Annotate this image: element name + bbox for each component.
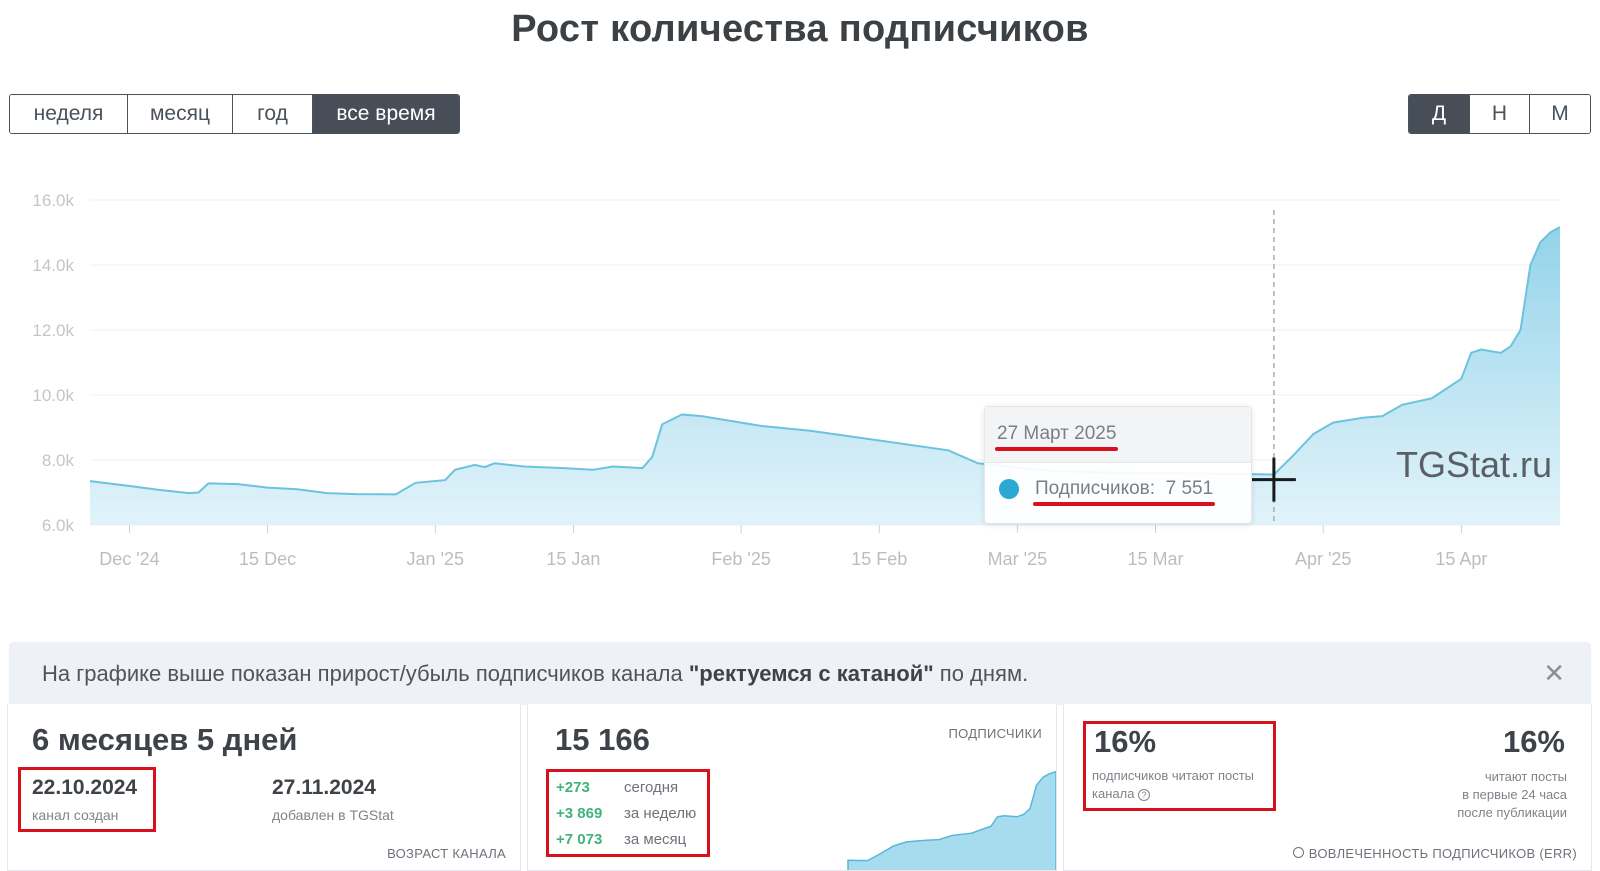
info-text-suffix: по дням. [933,661,1029,686]
y-axis: 6.0k 8.0k 10.0k 12.0k 14.0k 16.0k [32,191,74,535]
delta-today: +273 сегодня [556,779,679,796]
x-tick-label: 15 Dec [239,549,296,569]
err-left-value: 16% [1094,724,1157,759]
y-tick-label: 16.0k [32,191,74,210]
age-card-footer: ВОЗРАСТ КАНАЛА [387,846,506,861]
tooltip-value: Подписчиков: 7 551 [1032,478,1216,506]
y-tick-label: 10.0k [32,386,74,405]
created-date: 22.10.2024 [32,776,138,799]
err-right-label: читают посты в первые 24 часа после публ… [1457,769,1567,820]
tab-day[interactable]: Д [1409,95,1470,133]
watermark-text: TGStat.ru [1396,444,1552,485]
range-tabs: неделя месяц год все время [9,94,460,134]
tab-week[interactable]: неделя [10,95,128,133]
tab-year[interactable]: год [233,95,313,133]
y-tick-label: 8.0k [42,451,75,470]
engagement-card: 16% подписчиков читают посты канала ? 16… [1063,704,1592,871]
y-tick-label: 6.0k [42,516,75,535]
tab-all-time[interactable]: все время [313,95,459,133]
channel-age: 6 месяцев 5 дней [32,722,298,757]
x-tick-label: Dec '24 [99,549,159,569]
tooltip-series-value: 7 551 [1165,478,1214,499]
info-channel-name: "ректуемся с катаной" [688,661,934,686]
tab-week-granularity[interactable]: Н [1470,95,1530,133]
x-tick-label: 15 Apr [1435,549,1487,569]
subscribers-label: ПОДПИСЧИКИ [948,726,1042,741]
x-tick-label: Feb '25 [711,549,770,569]
info-text-prefix: На графике выше показан прирост/убыль по… [42,661,689,686]
tooltip-series-label: Подписчиков: [1035,478,1156,499]
series-area [90,227,1560,525]
chart-tooltip: 27 Март 2025 Подписчиков: 7 551 [984,406,1252,524]
err-left-label: подписчиков читают посты канала ? [1092,768,1255,801]
y-tick-label: 14.0k [32,256,74,275]
subscribers-sparkline [847,770,1056,870]
info-banner: На графике выше показан прирост/убыль по… [9,642,1591,705]
delta-month: +7 073 за месяц [556,831,687,848]
x-axis: Dec '24 15 Dec Jan '25 15 Jan Feb '25 15 Feb M… [99,525,1487,569]
added-date: 27.11.2024 [272,776,376,799]
page-title: Рост количества подписчиков [511,8,1089,50]
channel-age-card: 6 месяцев 5 дней 22.10.2024 канал создан… [7,704,521,871]
x-tick-label: 15 Mar [1127,549,1183,569]
help-icon[interactable]: ? [1138,789,1151,801]
tooltip-date: 27 Март 2025 [994,423,1119,451]
created-label: канал создан [32,807,119,823]
clock-icon [1292,847,1304,858]
tab-month[interactable]: месяц [128,95,233,133]
err-footer: ВОВЛЕЧЕННОСТЬ ПОДПИСЧИКОВ (ERR) [1292,846,1577,861]
x-tick-label: Jan '25 [407,549,464,569]
series-dot-icon [999,479,1019,499]
tab-month-granularity[interactable]: М [1530,95,1590,133]
delta-week: +3 869 за неделю [556,805,697,822]
close-icon[interactable]: ✕ [1543,658,1565,689]
subscribers-card: 15 166 ПОДПИСЧИКИ +273 сегодня +3 869 за н… [527,704,1057,871]
subscribers-total: 15 166 [555,722,650,757]
x-tick-label: 15 Feb [851,549,907,569]
subscribers-chart[interactable]: 6.0k 8.0k 10.0k 12.0k 14.0k 16.0k Dec '24 15 D… [0,180,1600,580]
x-tick-label: Mar '25 [988,549,1047,569]
added-label: добавлен в TGStat [272,807,394,823]
x-tick-label: 15 Jan [546,549,600,569]
x-tick-label: Apr '25 [1295,549,1351,569]
err-right-value: 16% [1502,724,1565,759]
y-tick-label: 12.0k [32,321,74,340]
granularity-tabs: Д Н М [1408,94,1591,134]
